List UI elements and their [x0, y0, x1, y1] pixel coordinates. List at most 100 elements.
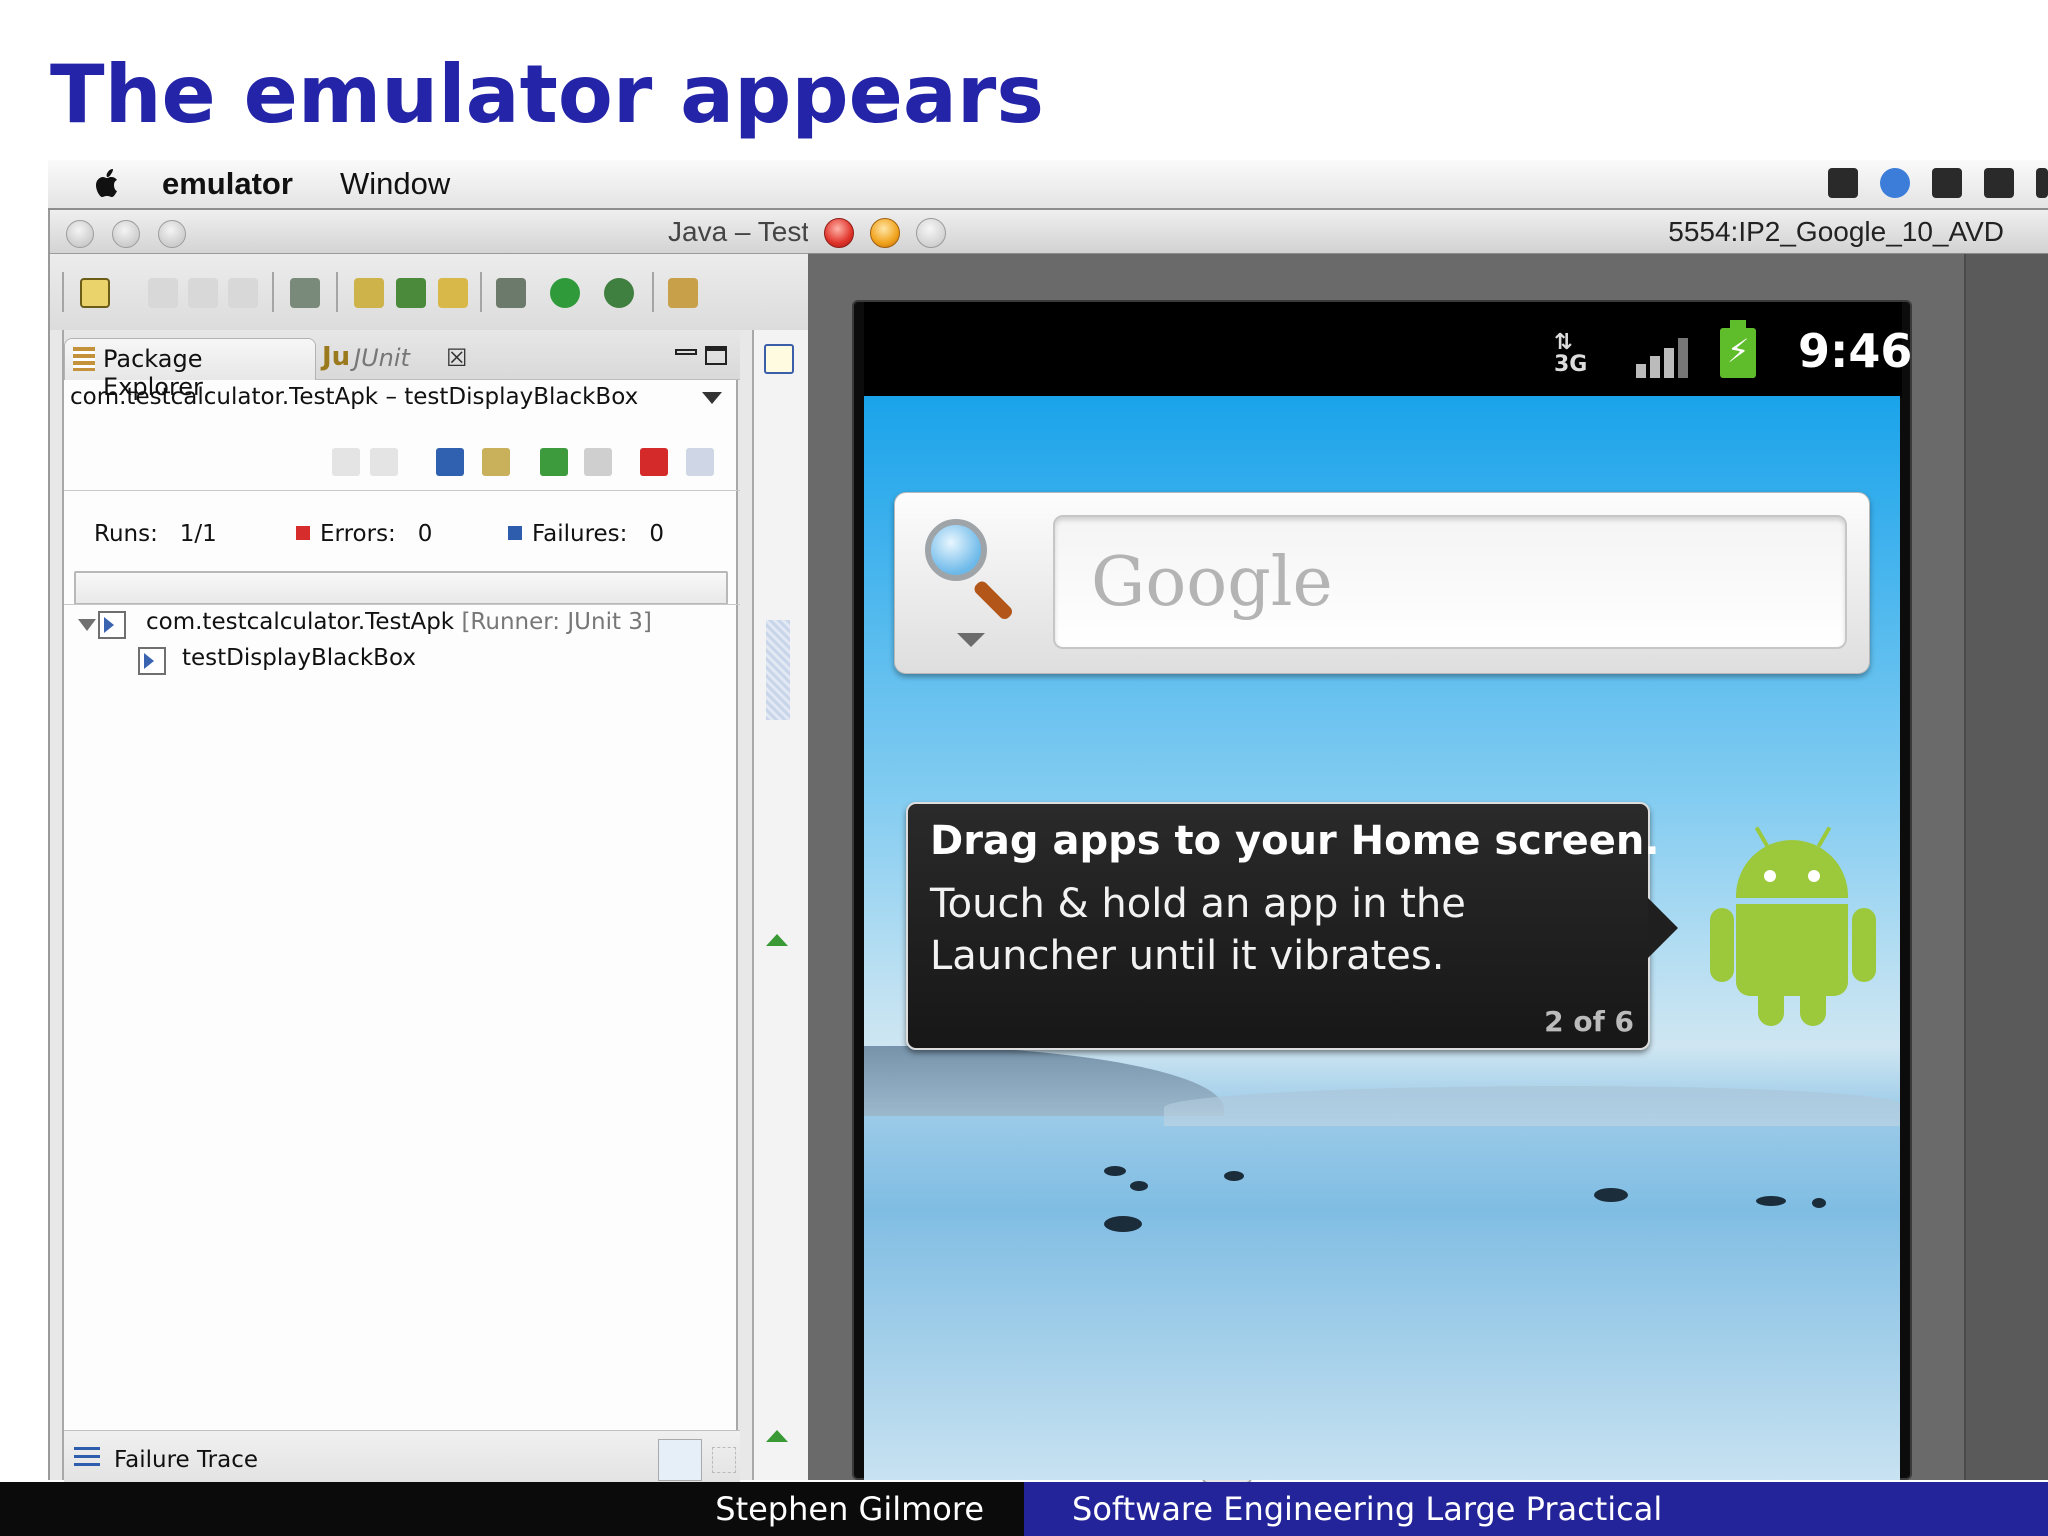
toolbar-separator — [480, 272, 482, 312]
menu-app-name[interactable]: emulator — [162, 166, 293, 202]
test-case-icon — [138, 647, 166, 675]
suite-name: com.testcalculator.TestApk — [146, 609, 455, 635]
chevron-down-icon[interactable] — [957, 633, 985, 647]
wallpaper-rock — [1756, 1196, 1786, 1206]
open-package-icon[interactable] — [354, 278, 384, 308]
footer-course: Software Engineering Large Practical — [1072, 1490, 1663, 1528]
error-icon — [296, 526, 310, 540]
minimize-window-button[interactable] — [112, 220, 140, 248]
stop-icon[interactable] — [640, 448, 668, 476]
junit-icon: Ju — [322, 342, 351, 372]
footer-right: Software Engineering Large Practical — [1024, 1482, 2048, 1536]
maximize-view-icon[interactable] — [704, 344, 728, 366]
toolbar-separator — [652, 272, 654, 312]
emulator-titlebar: 5554:IP2_Google_10_AVD — [808, 210, 2048, 254]
new-junit-icon[interactable] — [396, 278, 426, 308]
overview-marker-icon[interactable] — [766, 1430, 788, 1442]
tray-app-icon[interactable] — [1828, 168, 1858, 198]
test-progress-bar — [74, 571, 728, 605]
menu-bar: emulator Window — [48, 160, 2048, 210]
eclipse-toolbar — [50, 254, 810, 330]
toolbar-separator — [336, 272, 338, 312]
dropbox-icon[interactable] — [1880, 168, 1910, 198]
test-suite-icon — [98, 611, 126, 639]
editor-strip — [752, 330, 810, 1480]
evernote-icon[interactable] — [1932, 168, 1962, 198]
runs-stat: Runs: 1/1 — [94, 521, 217, 547]
close-tab-icon[interactable]: ☒ — [446, 344, 468, 372]
wallpaper-rock — [1104, 1166, 1126, 1176]
overview-marker-icon[interactable] — [766, 934, 788, 946]
home-tip-bubble[interactable]: Drag apps to your Home screen. Touch & h… — [906, 802, 1678, 1050]
failure-trace-label: Failure Trace — [114, 1447, 258, 1473]
menu-extras — [1828, 168, 2048, 202]
test-stats: Runs: 1/1 Errors: 0 Failures: 0 — [64, 490, 740, 605]
eclipse-titlebar: Java – Test — [50, 210, 810, 254]
tip-body: Touch & hold an app in the Launcher unti… — [930, 881, 1466, 979]
wallpaper-rock — [1594, 1188, 1628, 1202]
zoom-window-button[interactable] — [916, 218, 946, 248]
download-icon[interactable] — [290, 278, 320, 308]
expand-triangle-icon[interactable] — [78, 619, 96, 631]
rerun-failed-first-icon[interactable] — [584, 448, 612, 476]
run-external-icon[interactable] — [604, 278, 634, 308]
errors-stat: Errors: 0 — [296, 521, 432, 547]
toolbar-separator — [272, 272, 274, 312]
tree-row-test[interactable]: testDisplayBlackBox — [182, 645, 416, 671]
tab-package-explorer[interactable]: Package Explorer — [64, 338, 316, 401]
runs-label: Runs: — [94, 521, 158, 547]
status-clock: 9:46 — [1798, 324, 1913, 378]
eclipse-window: Java – Test Package Explorer Ju JUnit ☒ … — [48, 210, 810, 1488]
battery-charging-icon: ⚡ — [1720, 320, 1756, 378]
google-logo: Google — [1091, 543, 1333, 622]
failures-value: 0 — [649, 521, 664, 547]
tray-truck-icon[interactable] — [1984, 168, 2014, 198]
search-icon[interactable] — [925, 519, 1015, 622]
editor-scrollbar[interactable] — [766, 620, 790, 720]
failure-trace-header: Failure Trace — [64, 1430, 740, 1488]
close-window-button[interactable] — [66, 220, 94, 248]
minimize-window-button[interactable] — [870, 218, 900, 248]
menu-window[interactable]: Window — [340, 166, 450, 202]
zoom-window-button[interactable] — [158, 220, 186, 248]
google-search-widget[interactable]: Google — [894, 492, 1870, 674]
next-failure-icon[interactable] — [332, 448, 360, 476]
filter-stack-trace-button[interactable] — [658, 1439, 702, 1481]
network-label: 3G — [1554, 352, 1588, 377]
save-icon[interactable] — [148, 278, 178, 308]
emulator-controls-panel — [1964, 254, 2048, 1480]
compare-results-button[interactable] — [712, 1447, 736, 1473]
scroll-lock-icon[interactable] — [482, 448, 510, 476]
chevron-down-icon[interactable] — [702, 392, 722, 404]
tree-row-suite[interactable]: com.testcalculator.TestApk [Runner: JUni… — [146, 609, 652, 635]
print-icon[interactable] — [228, 278, 258, 308]
perspective-icon[interactable] — [668, 278, 698, 308]
minimize-view-icon[interactable] — [674, 344, 698, 366]
wallpaper-rock — [1104, 1216, 1142, 1232]
close-window-button[interactable] — [824, 218, 854, 248]
run-icon[interactable] — [550, 278, 580, 308]
android-status-bar: ⇅ 3G ⚡ 9:46 — [864, 302, 1912, 398]
test-run-history-icon[interactable] — [686, 448, 714, 476]
test-tree: com.testcalculator.TestApk [Runner: JUni… — [64, 604, 740, 1284]
footer-left: Stephen Gilmore — [0, 1482, 1024, 1536]
search-input[interactable]: Google — [1053, 515, 1847, 649]
previous-failure-icon[interactable] — [370, 448, 398, 476]
java-editor-icon[interactable] — [764, 344, 794, 374]
test-name: testDisplayBlackBox — [182, 645, 416, 671]
save-all-icon[interactable] — [188, 278, 218, 308]
wallpaper-rock — [1812, 1198, 1826, 1208]
apple-icon[interactable] — [90, 166, 126, 202]
tip-heading: Drag apps to your Home screen. — [930, 818, 1660, 864]
test-launch-name: com.testcalculator.TestApk – testDisplay… — [70, 384, 639, 410]
new-class-icon[interactable] — [438, 278, 468, 308]
rerun-test-icon[interactable] — [540, 448, 568, 476]
wallpaper-rock — [1130, 1181, 1148, 1191]
show-failures-only-icon[interactable] — [436, 448, 464, 476]
tray-more-icon[interactable] — [2036, 168, 2048, 198]
failures-stat: Failures: 0 — [508, 521, 664, 547]
eclipse-window-title: Java – Test — [668, 216, 810, 247]
debug-icon[interactable] — [496, 278, 526, 308]
new-wizard-icon[interactable] — [80, 278, 110, 308]
view-tab-bar: Package Explorer Ju JUnit ☒ — [64, 330, 740, 401]
